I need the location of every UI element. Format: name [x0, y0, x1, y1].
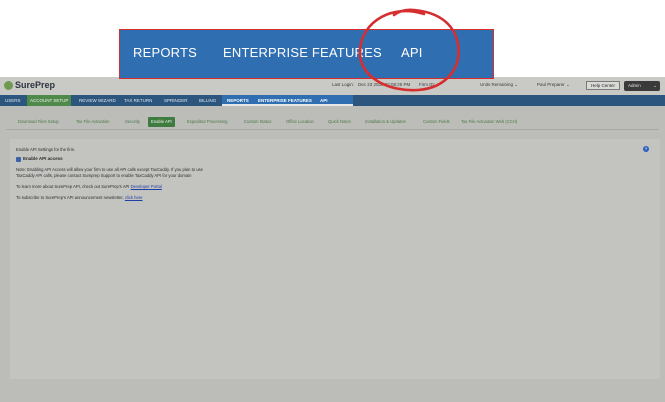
logo-check-icon [4, 80, 13, 90]
help-info-icon[interactable]: ? [643, 146, 649, 152]
tab-installation-updates[interactable]: Installation & Updates [365, 117, 406, 127]
user-dropdown[interactable]: Paul Preparer ⌄ [537, 82, 570, 88]
help-center-button[interactable]: Help Center [586, 81, 620, 90]
app-screenshot: SurePrep Last Login: Dec 23 2020 02:08:2… [0, 77, 665, 402]
enable-api-checkbox[interactable] [16, 157, 21, 162]
enable-api-label: Enable API access [23, 156, 63, 161]
billing-submenu: REPORTS ENTERPRISE FEATURES API [222, 95, 353, 106]
submenu-api[interactable]: API [320, 95, 328, 106]
tab-office-location[interactable]: Office Location [286, 117, 314, 127]
top-bar: SurePrep Last Login: Dec 23 2020 02:08:2… [0, 77, 665, 95]
developer-portal-link[interactable]: Developer Portal [131, 184, 162, 189]
annotation-circle [358, 8, 460, 92]
zoom-reports: REPORTS [133, 45, 198, 60]
admin-dropdown[interactable]: Admin ⌄ [624, 81, 660, 91]
logo-text: SurePrep [15, 80, 56, 90]
submenu-reports[interactable]: REPORTS [227, 95, 249, 106]
chevron-down-icon: ⌄ [566, 82, 570, 87]
submenu-enterprise-features[interactable]: ENTERPRISE FEATURES [258, 95, 312, 106]
intro-text: Enable API Settings for the firm. [16, 147, 76, 152]
last-login-label: Last Login: [332, 82, 355, 87]
nav-account-setup[interactable]: ACCOUNT SETUP [27, 95, 72, 106]
tab-custom-fields[interactable]: Custom Fields [423, 117, 450, 127]
tab-quick-notes[interactable]: Quick Notes [328, 117, 351, 127]
tab-download-files-setup[interactable]: Download Files Setup [18, 117, 59, 127]
subscribe-text: To subscribe to SurePrep's API announcem… [16, 195, 143, 200]
tab-tax-file-activation-web[interactable]: Tax File Activation Web (CCH) [461, 117, 517, 127]
nav-springer[interactable]: SPRINGER [164, 95, 188, 106]
tab-expedited-processing[interactable]: Expedited Processing [187, 117, 228, 127]
chevron-down-icon: ⌄ [653, 83, 657, 88]
enable-api-panel: Enable API Settings for the firm. Enable… [10, 139, 660, 379]
click-here-link[interactable]: click here [125, 195, 143, 200]
tab-custom-status[interactable]: Custom Status [244, 117, 271, 127]
tab-enable-api[interactable]: Enable API [148, 117, 175, 127]
units-remaining-dropdown[interactable]: Units Remaining ⌄ [480, 82, 518, 88]
nav-billing[interactable]: BILLING [199, 95, 216, 106]
note-line-2: TaxCaddy API calls, please contact Surep… [16, 173, 192, 178]
nav-users[interactable]: USERS [5, 95, 21, 106]
note-line-1: Note: Enabling API Access will allow you… [16, 167, 203, 172]
learn-more-text: To learn more about SurePrep API, check … [16, 184, 162, 189]
chevron-down-icon: ⌄ [514, 82, 519, 87]
nav-tax-return[interactable]: TAX RETURN [124, 95, 152, 106]
tab-security[interactable]: Security [125, 117, 140, 127]
sureprep-logo: SurePrep [4, 80, 55, 90]
account-setup-tabs: Download Files Setup Tax File Activation… [6, 117, 659, 129]
nav-review-wizard[interactable]: REVIEW WIZARD [79, 95, 116, 106]
tab-divider [6, 129, 659, 130]
tab-tax-file-activation[interactable]: Tax File Activation [76, 117, 110, 127]
